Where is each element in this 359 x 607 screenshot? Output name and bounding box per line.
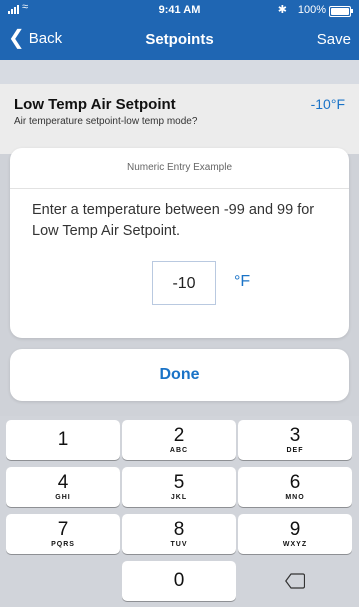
key-3[interactable]: 3 DEF — [238, 420, 352, 460]
key-6[interactable]: 6 MNO — [238, 467, 352, 507]
save-button[interactable]: Save — [317, 31, 351, 48]
battery-percent: 100% — [297, 4, 326, 16]
key-2[interactable]: 2 ABC — [122, 420, 236, 460]
top-bar: ≈ 9:41 AM ✱ 100% ❮ Back Setpoints Save — [0, 0, 359, 60]
key-0[interactable]: 0 — [122, 561, 236, 601]
dialog-message: Enter a temperature between -99 and 99 f… — [32, 202, 315, 239]
setting-value: -10°F — [310, 96, 345, 112]
key-9[interactable]: 9 WXYZ — [238, 514, 352, 554]
numeric-keypad: 1 2 ABC 3 DEF 4 GHI 5 JKL 6 MNO 7 PQRS 8… — [0, 416, 359, 607]
section-spacer — [0, 60, 359, 84]
setting-row-low-temp-air-setpoint[interactable]: Low Temp Air Setpoint -10°F Air temperat… — [0, 84, 359, 154]
key-blank — [6, 561, 120, 601]
key-4[interactable]: 4 GHI — [6, 467, 120, 507]
key-7[interactable]: 7 PQRS — [6, 514, 120, 554]
numeric-entry-dialog: Numeric Entry Example Enter a temperatur… — [10, 148, 349, 338]
battery-icon — [329, 6, 353, 17]
done-button[interactable]: Done — [10, 349, 349, 401]
key-5[interactable]: 5 JKL — [122, 467, 236, 507]
navigation-bar: ❮ Back Setpoints Save — [0, 22, 359, 58]
bluetooth-icon: ✱ — [277, 4, 287, 16]
backspace-icon — [285, 573, 305, 589]
unit-label: °F — [234, 273, 251, 290]
temperature-input[interactable]: -10 — [152, 261, 216, 305]
key-1[interactable]: 1 — [6, 420, 120, 460]
key-8[interactable]: 8 TUV — [122, 514, 236, 554]
page-title: Setpoints — [145, 31, 214, 48]
dialog-title: Numeric Entry Example — [10, 148, 349, 189]
delete-key[interactable] — [238, 561, 352, 601]
status-bar: ≈ 9:41 AM ✱ 100% — [0, 0, 359, 20]
setting-title: Low Temp Air Setpoint — [14, 96, 176, 113]
setting-description: Air temperature setpoint-low temp mode? — [14, 116, 198, 127]
